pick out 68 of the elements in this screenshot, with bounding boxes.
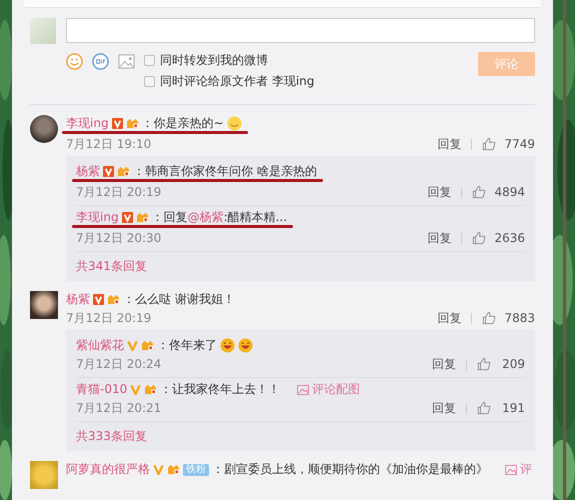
user-avatar [30, 115, 58, 143]
user-name-link[interactable]: 李现ing [76, 209, 119, 226]
comment-text: ：让我家佟年上去！！ [160, 381, 280, 398]
verified-icon [122, 212, 133, 223]
reply-link[interactable]: 回复 [432, 400, 456, 416]
comment-text: ：韩商言你家佟年问你 啥是亲热的 [133, 163, 317, 180]
reply-link[interactable]: 回复 [437, 136, 462, 152]
thumbs-up-icon[interactable] [472, 185, 486, 199]
fan-badge: 铁粉 [183, 464, 209, 476]
gif-icon[interactable] [92, 53, 109, 70]
reply-link[interactable]: 回复 [427, 230, 452, 246]
comment-text: ：佟年来了 [157, 337, 217, 354]
verified-icon [153, 464, 164, 475]
comment-text: ：回复@杨紫:醋精本精... [152, 209, 288, 226]
comment-image-link[interactable]: 评论配图 [312, 381, 360, 398]
like-count: 7749 [504, 136, 535, 152]
verified-icon [112, 118, 123, 129]
comment-date: 7月12日 19:10 [66, 136, 152, 152]
user-avatar [30, 461, 58, 489]
verified-icon [130, 384, 142, 395]
image-icon[interactable] [118, 53, 135, 70]
reply-link[interactable]: 回复 [432, 356, 456, 372]
comment-text: ：你是亲热的~ [142, 115, 224, 132]
like-count: 4894 [494, 184, 525, 200]
smile-emoji-icon [226, 116, 242, 131]
laughing-emoji-icon [220, 338, 235, 353]
image-icon [505, 464, 517, 474]
checkbox[interactable] [144, 55, 155, 66]
user-name-link[interactable]: 青猫-010 [76, 381, 128, 398]
user-avatar [30, 18, 56, 44]
verified-icon [103, 166, 114, 177]
thumbs-up-icon[interactable] [482, 311, 496, 325]
image-icon [297, 384, 310, 394]
laughing-emoji-icon [238, 338, 253, 353]
user-name-link[interactable]: 李现ing [66, 115, 109, 132]
user-name-link[interactable]: 杨紫 [66, 291, 90, 308]
reply-link[interactable]: 回复 [437, 310, 462, 326]
more-replies-link[interactable]: 共333条回复 [76, 428, 147, 445]
more-replies-link[interactable]: 共341条回复 [76, 258, 147, 275]
reply-link[interactable]: 回复 [427, 184, 452, 200]
comment-date: 7月12日 20:24 [76, 356, 162, 372]
comment-date: 7月12日 20:19 [66, 310, 152, 326]
like-count: 209 [501, 356, 525, 372]
comment-date: 7月12日 20:30 [76, 230, 162, 246]
comment-image-link[interactable]: 评 [520, 461, 532, 478]
thumbs-up-icon[interactable] [477, 401, 491, 415]
like-count: 7883 [504, 310, 535, 326]
user-name-link[interactable]: 紫仙紫花 [76, 337, 124, 354]
like-count: 2636 [494, 230, 525, 246]
thumbs-up-icon[interactable] [477, 357, 491, 371]
verified-icon [93, 294, 104, 305]
comment-input-field[interactable] [66, 18, 535, 43]
thumbs-up-icon[interactable] [482, 137, 496, 151]
option-label: 同时转发到我的微博 [160, 52, 268, 69]
mention-link[interactable]: @杨紫 [188, 210, 224, 224]
comment-text: ：剧宣委员上线，顺便期待你的《加油你是最棒的》 [212, 461, 488, 478]
comment-date: 7月12日 20:21 [76, 400, 162, 416]
comment-date: 7月12日 20:19 [76, 184, 162, 200]
thumbs-up-icon[interactable] [472, 231, 486, 245]
user-name-link[interactable]: 阿萝真的很严格 [66, 461, 150, 478]
checkbox[interactable] [144, 76, 155, 87]
comment-text: ：么么哒 谢谢我姐！ [123, 291, 235, 308]
like-count: 191 [501, 400, 525, 416]
verified-icon [127, 340, 138, 351]
user-avatar [30, 291, 58, 319]
user-name-link[interactable]: 杨紫 [76, 163, 100, 180]
emoji-icon[interactable] [66, 53, 83, 70]
option-label: 同时评论给原文作者 李现ing [160, 73, 314, 90]
